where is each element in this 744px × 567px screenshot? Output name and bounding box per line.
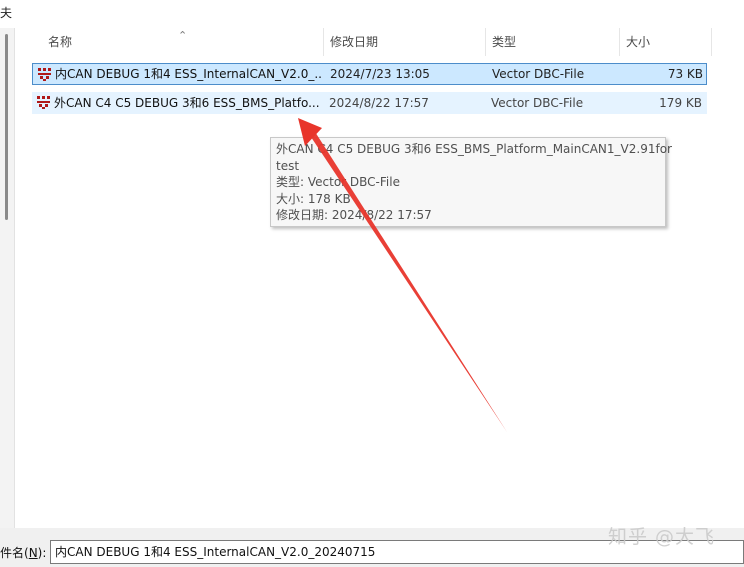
file-info-tooltip: 外CAN C4 C5 DEBUG 3和6 ESS_BMS_Platform_Ma… [270, 137, 672, 227]
file-type: Vector DBC-File [492, 67, 585, 81]
tooltip-size: 大小: 178 KB [276, 191, 351, 206]
file-size: 73 KB [667, 67, 703, 81]
filename-label-suffix: ): [37, 546, 47, 560]
navigation-scrollbar[interactable] [5, 34, 8, 220]
file-modified-date: 2024/8/22 17:57 [329, 96, 429, 110]
tooltip-filename-line2: test [276, 158, 300, 173]
filename-label-prefix: 件名( [0, 546, 29, 560]
file-row-internal-can[interactable]: 内CAN DEBUG 1和4 ESS_InternalCAN_V2.0_... … [32, 63, 707, 85]
tooltip-filename-line1: 外CAN C4 C5 DEBUG 3和6 ESS_BMS_Platform_Ma… [276, 142, 672, 156]
tooltip-modified-date: 修改日期: 2024/8/22 17:57 [276, 208, 432, 222]
file-modified-date: 2024/7/23 13:05 [330, 67, 430, 81]
dbc-file-icon [38, 68, 51, 81]
file-name: 外CAN C4 C5 DEBUG 3和6 ESS_BMS_Platfo... [54, 96, 320, 110]
column-header-type-label: 类型 [492, 35, 517, 49]
file-open-dialog: 夫 名称 ⌃ 修改日期 类型 大小 内CAN DEBUG 1和4 ESS_Int… [0, 0, 744, 567]
cut-off-label: 夫 [0, 6, 13, 20]
column-header-size-label: 大小 [626, 35, 651, 49]
column-header-size[interactable]: 大小 [620, 28, 712, 56]
filename-label: 件名(N): [0, 544, 46, 561]
column-header-date-label: 修改日期 [330, 35, 379, 49]
file-type: Vector DBC-File [491, 96, 584, 110]
tooltip-type: 类型: Vector DBC-File [276, 175, 400, 189]
filename-label-accesskey: N [28, 546, 38, 560]
column-header-name[interactable]: 名称 ⌃ [32, 28, 324, 56]
column-header-name-label: 名称 [48, 35, 73, 49]
column-header-row: 名称 ⌃ 修改日期 类型 大小 [32, 28, 712, 56]
zhihu-watermark: 知乎 @大飞 [608, 526, 716, 548]
column-header-date[interactable]: 修改日期 [324, 28, 486, 56]
dbc-file-icon [37, 96, 50, 109]
sort-ascending-icon: ⌃ [178, 29, 188, 42]
file-row-external-can[interactable]: 外CAN C4 C5 DEBUG 3和6 ESS_BMS_Platfo... 2… [32, 92, 707, 114]
file-size: 179 KB [659, 96, 702, 110]
column-header-type[interactable]: 类型 [486, 28, 620, 56]
top-strip: 夫 [0, 0, 744, 28]
file-name: 内CAN DEBUG 1和4 ESS_InternalCAN_V2.0_... [55, 67, 323, 81]
